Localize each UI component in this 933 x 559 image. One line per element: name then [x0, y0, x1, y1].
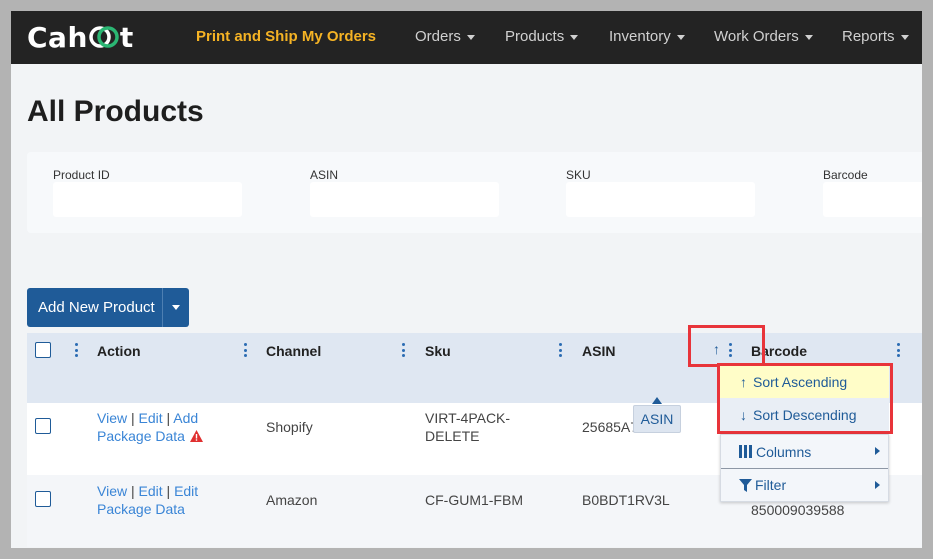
chevron-right-icon: [875, 447, 880, 455]
asin-cell: B0BDT1RV3L: [582, 492, 670, 508]
column-header-sku[interactable]: Sku: [425, 343, 451, 359]
separator: |: [162, 483, 175, 499]
nav-orders[interactable]: Orders: [415, 28, 475, 45]
asin-cell: 25685A7: [582, 419, 639, 435]
product-id-label: Product ID: [53, 168, 110, 182]
row-actions: View | Edit | Add Package Data: [97, 409, 217, 445]
view-link[interactable]: View: [97, 483, 127, 499]
nav-reports-label: Reports: [842, 28, 895, 45]
logo-text-left: Cah: [27, 20, 88, 54]
column-menu-icon[interactable]: [897, 342, 901, 358]
select-all-checkbox[interactable]: [35, 342, 51, 358]
nav-inventory-label: Inventory: [609, 28, 671, 45]
columns-label: Columns: [756, 443, 812, 460]
product-id-input[interactable]: [53, 182, 242, 217]
barcode-filter-label: Barcode: [823, 168, 868, 182]
page-title: All Products: [27, 95, 204, 128]
add-new-product-label: Add New Product: [38, 299, 155, 316]
warning-icon: [189, 430, 203, 442]
channel-cell: Amazon: [266, 492, 318, 508]
row-checkbox[interactable]: [35, 418, 51, 434]
barcode-cell: 850009039588: [751, 502, 845, 518]
top-navbar: Cah t Print and Ship My Orders Orders Pr…: [11, 11, 922, 64]
sku-cell: VIRT-4PACK-DELETE: [425, 410, 511, 444]
sku-filter-label: SKU: [566, 168, 591, 182]
edit-link[interactable]: Edit: [139, 483, 163, 499]
columns-icon: [739, 445, 752, 458]
logo-text-right: t: [119, 20, 134, 54]
chevron-down-icon: [804, 34, 813, 40]
sku-cell: CF-GUM1-FBM: [425, 492, 523, 508]
chevron-down-icon: [466, 34, 475, 40]
column-menu-icon[interactable]: [559, 342, 563, 358]
column-menu-icon[interactable]: [244, 342, 248, 358]
filter-icon: [739, 478, 752, 492]
filter-panel: Product ID ASIN SKU Barcode: [27, 152, 922, 233]
asin-tooltip: ASIN: [633, 405, 681, 433]
add-product-dropdown-toggle[interactable]: [163, 305, 189, 310]
nav-reports[interactable]: Reports: [842, 28, 909, 45]
channel-cell: Shopify: [266, 419, 313, 435]
logo-link-icon: [89, 26, 119, 48]
tooltip-arrow: [652, 397, 662, 404]
chevron-down-icon: [570, 34, 579, 40]
chevron-down-icon: [172, 305, 180, 310]
nav-work-orders[interactable]: Work Orders: [714, 28, 813, 45]
filter-label: Filter: [755, 477, 787, 493]
separator: |: [127, 483, 139, 499]
nav-products-label: Products: [505, 28, 565, 45]
column-options-menu: Columns Filter: [720, 434, 889, 502]
column-header-asin[interactable]: ASIN: [582, 343, 615, 359]
separator: |: [162, 410, 174, 426]
column-header-action[interactable]: Action: [97, 343, 141, 359]
annotation-highlight-sort-icon: [688, 325, 765, 367]
sku-filter-input[interactable]: [566, 182, 755, 217]
chevron-right-icon: [875, 481, 880, 489]
nav-work-orders-label: Work Orders: [714, 28, 799, 45]
column-menu-icon[interactable]: [75, 342, 79, 358]
asin-filter-label: ASIN: [310, 168, 339, 182]
column-header-channel[interactable]: Channel: [266, 343, 321, 359]
edit-link[interactable]: Edit: [139, 410, 163, 426]
annotation-highlight-sort-options: [717, 363, 893, 434]
add-new-product-button[interactable]: Add New Product: [27, 288, 189, 327]
columns-option[interactable]: Columns: [721, 435, 888, 468]
nav-products[interactable]: Products: [505, 28, 579, 45]
filter-option[interactable]: Filter: [721, 468, 888, 501]
chevron-down-icon: [900, 34, 909, 40]
asin-filter-input[interactable]: [310, 182, 499, 217]
row-checkbox[interactable]: [35, 491, 51, 507]
nav-inventory[interactable]: Inventory: [609, 28, 685, 45]
cahoot-logo[interactable]: Cah t: [27, 20, 134, 54]
nav-print-ship[interactable]: Print and Ship My Orders: [196, 28, 376, 45]
nav-orders-label: Orders: [415, 28, 461, 45]
view-link[interactable]: View: [97, 410, 127, 426]
barcode-filter-input[interactable]: [823, 182, 922, 217]
row-actions: View | Edit | Edit Package Data: [97, 482, 217, 518]
separator: |: [127, 410, 139, 426]
app-window: Cah t Print and Ship My Orders Orders Pr…: [11, 11, 922, 548]
chevron-down-icon: [676, 34, 685, 40]
column-menu-icon[interactable]: [402, 342, 406, 358]
